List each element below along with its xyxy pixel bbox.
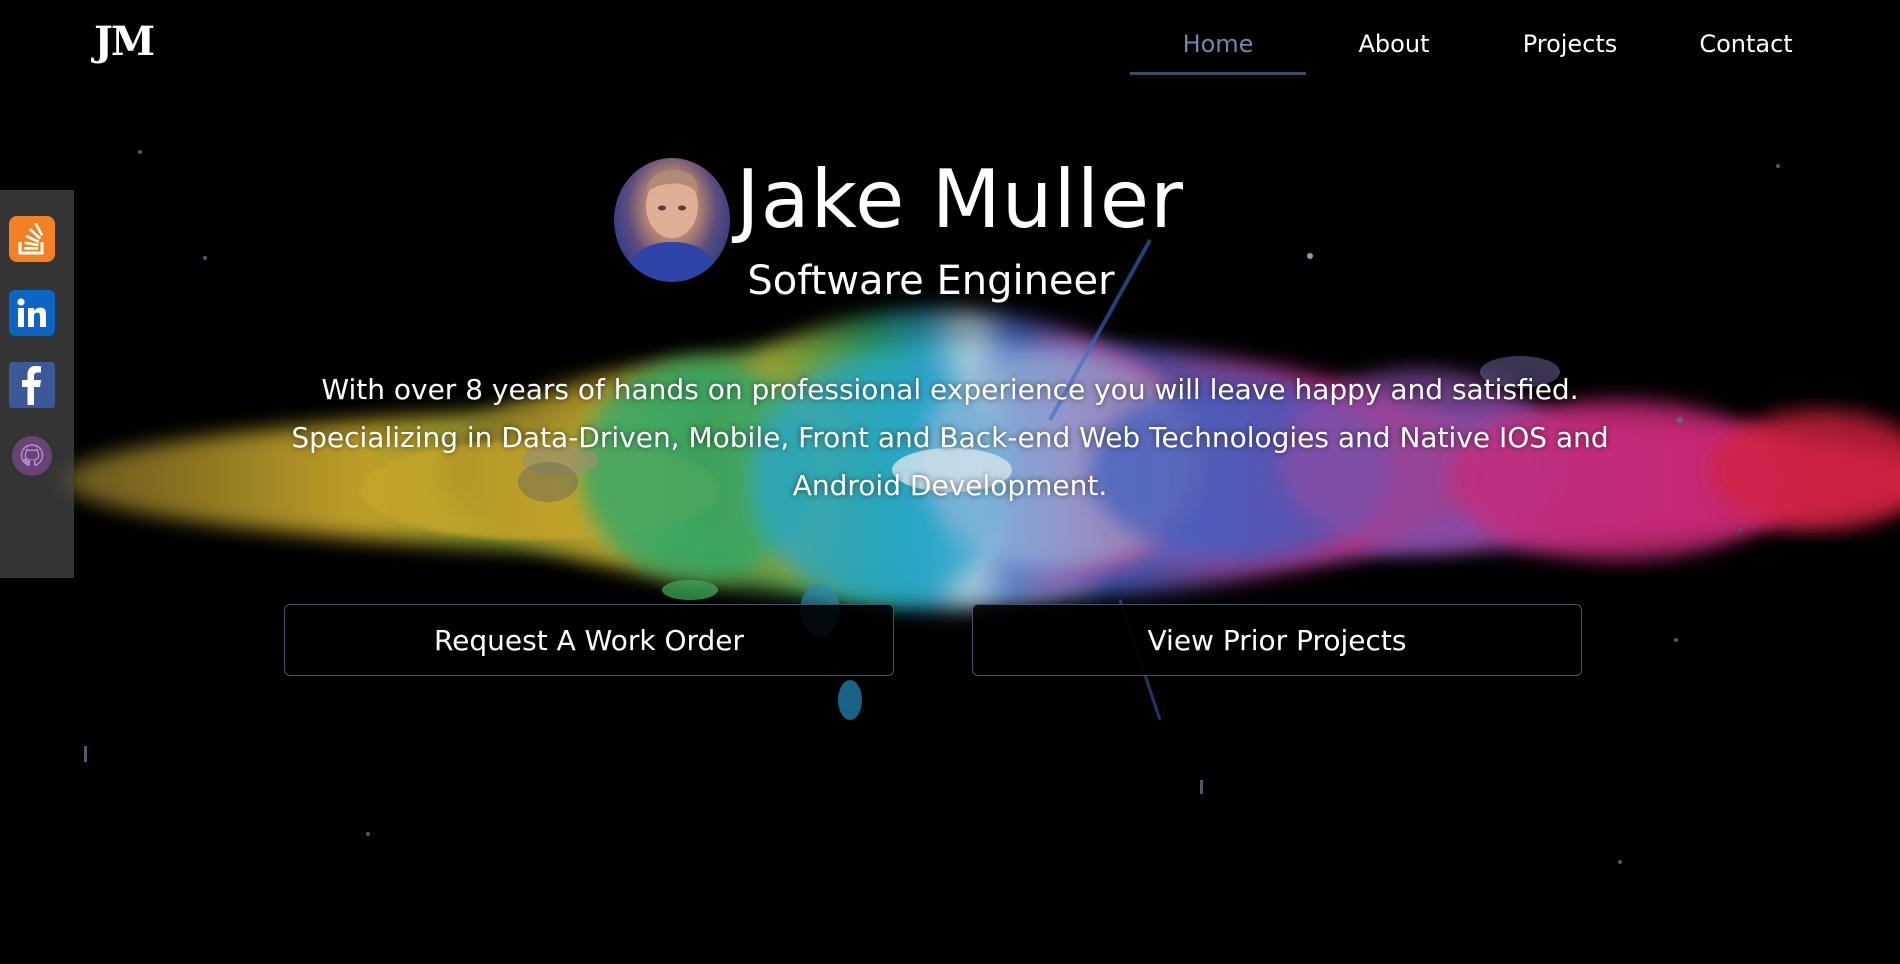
- request-work-order-button[interactable]: Request A Work Order: [284, 604, 894, 676]
- stackoverflow-icon[interactable]: [9, 216, 55, 262]
- nav-projects[interactable]: Projects: [1482, 30, 1658, 75]
- facebook-icon[interactable]: [9, 362, 55, 408]
- page: JM Home About Projects Contact Jake Mull…: [0, 0, 1900, 964]
- github-icon[interactable]: [12, 436, 52, 476]
- profile-description: With over 8 years of hands on profession…: [291, 373, 1609, 502]
- nav-contact[interactable]: Contact: [1658, 30, 1834, 75]
- profile-name: Jake Muller: [736, 153, 1185, 246]
- profile-title: Software Engineer: [747, 258, 1115, 304]
- view-prior-projects-button[interactable]: View Prior Projects: [972, 604, 1582, 676]
- site-logo[interactable]: JM: [94, 18, 155, 65]
- main-nav: Home About Projects Contact: [1130, 30, 1834, 75]
- social-links-rail: [0, 190, 74, 578]
- nav-about[interactable]: About: [1306, 30, 1482, 75]
- nav-home[interactable]: Home: [1130, 30, 1306, 75]
